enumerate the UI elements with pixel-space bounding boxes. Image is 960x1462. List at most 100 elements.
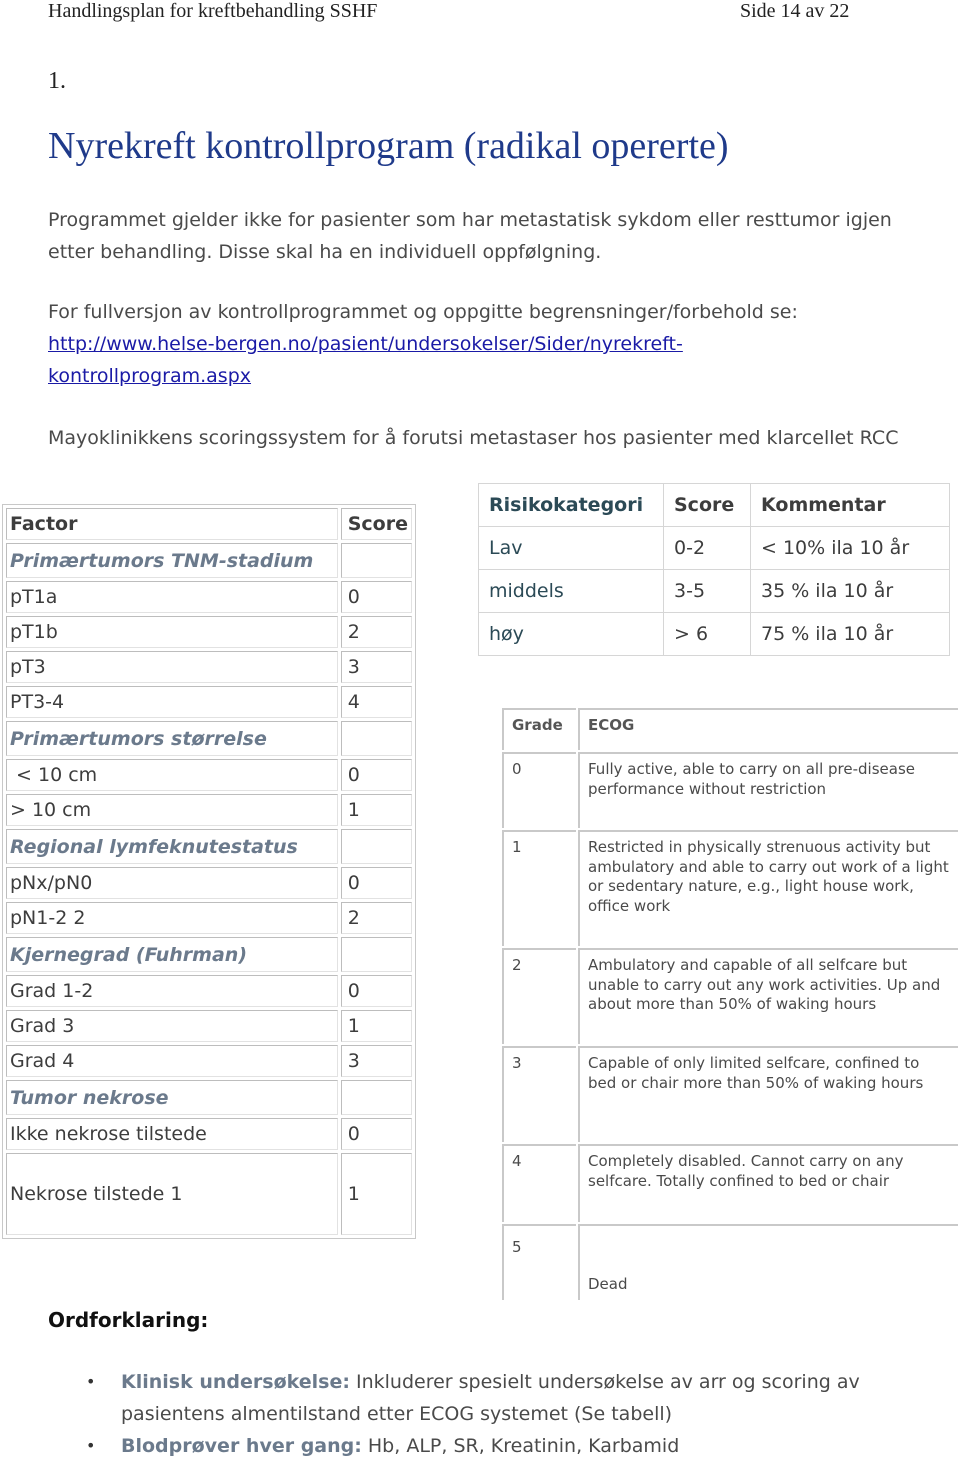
score-value: 0 [340,975,412,1007]
table-row: 3 Capable of only limited selfcare, confi… [502,1046,958,1142]
score-value: 3 [340,651,412,683]
header-grade: Grade [502,708,576,750]
table-row: Nekrose tilstede 11 [6,1153,412,1235]
glossary-definition: Hb, ALP, SR, Kreatinin, Karbamid [361,1435,680,1457]
header-ecog: ECOG [578,708,958,750]
category-row: Regional lymfeknutestatus [6,829,412,864]
header-score: Score [340,508,412,540]
table-row: pT1a 0 [6,581,412,613]
category-label: Kjernegrad (Fuhrman) [6,937,338,972]
table-row: pN1-2 22 [6,902,412,934]
score-value: 0 [340,867,412,899]
table-row: 0 Fully active, able to carry on all pre-… [502,752,958,828]
category-label: Primærtumors TNM-stadium [6,543,338,578]
table-row: pT3 3 [6,651,412,683]
score-value [340,937,412,972]
header-risk-category: Risikokategori [478,483,664,527]
factor-score-table: Factor Score Primærtumors TNM-stadium pT1… [2,504,416,1239]
glossary-item: • Blodprøver hver gang: Hb, ALP, SR, Krea… [86,1430,936,1462]
risk-category-table: Risikokategori Score Kommentar Lav 0-2 < 1… [478,483,950,656]
category-label: Regional lymfeknutestatus [6,829,338,864]
category-label: Tumor nekrose [6,1080,338,1115]
header-comment: Kommentar [750,483,950,527]
header-factor: Factor [6,508,338,540]
reference-paragraph: For fullversjon av kontrollprogrammet og… [48,296,928,392]
factor-label: Grad 3 [6,1010,338,1042]
factor-label: PT3-4 [6,686,338,718]
glossary-heading: Ordforklaring: [48,1308,209,1332]
table-header-row: Risikokategori Score Kommentar [478,483,950,527]
table-row: 2 Ambulatory and capable of all selfcare … [502,948,958,1044]
reference-link[interactable]: http://www.helse-bergen.no/pasient/under… [48,333,683,387]
factor-label: pT1a [6,581,338,613]
factor-label: Grad 1-2 [6,975,338,1007]
score-value: 2 [340,616,412,648]
risk-comment: 35 % ila 10 år [750,569,950,613]
risk-category: Lav [478,526,664,570]
page-title: Nyrekreft kontrollprogram (radikal opere… [48,125,729,167]
reference-link-line1[interactable]: http://www.helse-bergen.no/pasient/under… [48,333,683,355]
factor-label: pNx/pN0 [6,867,338,899]
section-number: 1. [48,68,66,94]
glossary-list: • Klinisk undersøkelse: Inkluderer spesie… [86,1366,936,1462]
table-row: Grad 31 [6,1010,412,1042]
ecog-grade: 0 [502,752,576,828]
header-score: Score [663,483,751,527]
table-row: < 10 cm 0 [6,759,412,791]
table-row: Grad 43 [6,1045,412,1077]
table-row: 4 Completely disabled. Cannot carry on an… [502,1144,958,1222]
reference-text: For fullversjon av kontrollprogrammet og… [48,301,798,323]
ecog-grade: 2 [502,948,576,1044]
risk-category: middels [478,569,664,613]
score-value: 1 [340,1010,412,1042]
ecog-description: Restricted in physically strenuous activ… [578,830,958,946]
table-row: Grad 1-2 0 [6,975,412,1007]
factor-label: > 10 cm [6,794,338,826]
factor-label: pT1b [6,616,338,648]
factor-label: pT3 [6,651,338,683]
score-value [340,829,412,864]
score-value: 1 [340,1153,412,1235]
score-value: 3 [340,1045,412,1077]
bullet-icon: • [86,1436,96,1455]
risk-category: høy [478,612,664,656]
table-header-row: Factor Score [6,508,412,540]
ecog-grade: 5 [502,1224,576,1300]
ecog-table: Grade ECOG 0 Fully active, able to carry … [500,706,960,1302]
factor-label: Nekrose tilstede 1 [6,1153,338,1235]
ecog-grade: 1 [502,830,576,946]
table-row: > 10 cm 1 [6,794,412,826]
table-row: 5 Dead [502,1224,958,1300]
category-row: Tumor nekrose [6,1080,412,1115]
score-value: 2 [340,902,412,934]
factor-label: pN1-2 2 [6,902,338,934]
factor-label: Ikke nekrose tilstede [6,1118,338,1150]
risk-score: 3-5 [663,569,751,613]
mayo-caption: Mayoklinikkens scoringssystem for å foru… [48,427,899,449]
ecog-grade: 3 [502,1046,576,1142]
table-row: Ikke nekrose tilstede 0 [6,1118,412,1150]
table-header-row: Grade ECOG [502,708,958,750]
page-indicator: Side 14 av 22 [740,0,850,22]
category-row: Kjernegrad (Fuhrman) [6,937,412,972]
table-row: PT3-4 4 [6,686,412,718]
score-value [340,721,412,756]
reference-link-line2[interactable]: kontrollprogram.aspx [48,365,251,387]
category-row: Primærtumors størrelse [6,721,412,756]
table-row: pT1b 2 [6,616,412,648]
risk-comment: < 10% ila 10 år [750,526,950,570]
document-header-title: Handlingsplan for kreftbehandling SSHF [48,0,378,22]
ecog-grade: 4 [502,1144,576,1222]
table-row: middels 3-5 35 % ila 10 år [478,569,950,613]
score-value: 0 [340,581,412,613]
factor-label: < 10 cm [6,759,338,791]
score-value [340,543,412,578]
category-label: Primærtumors størrelse [6,721,338,756]
factor-label: Grad 4 [6,1045,338,1077]
category-row: Primærtumors TNM-stadium [6,543,412,578]
ecog-description: Capable of only limited selfcare, confin… [578,1046,958,1142]
ecog-description: Dead [578,1224,958,1300]
risk-comment: 75 % ila 10 år [750,612,950,656]
table-row: høy > 6 75 % ila 10 år [478,612,950,656]
score-value: 4 [340,686,412,718]
